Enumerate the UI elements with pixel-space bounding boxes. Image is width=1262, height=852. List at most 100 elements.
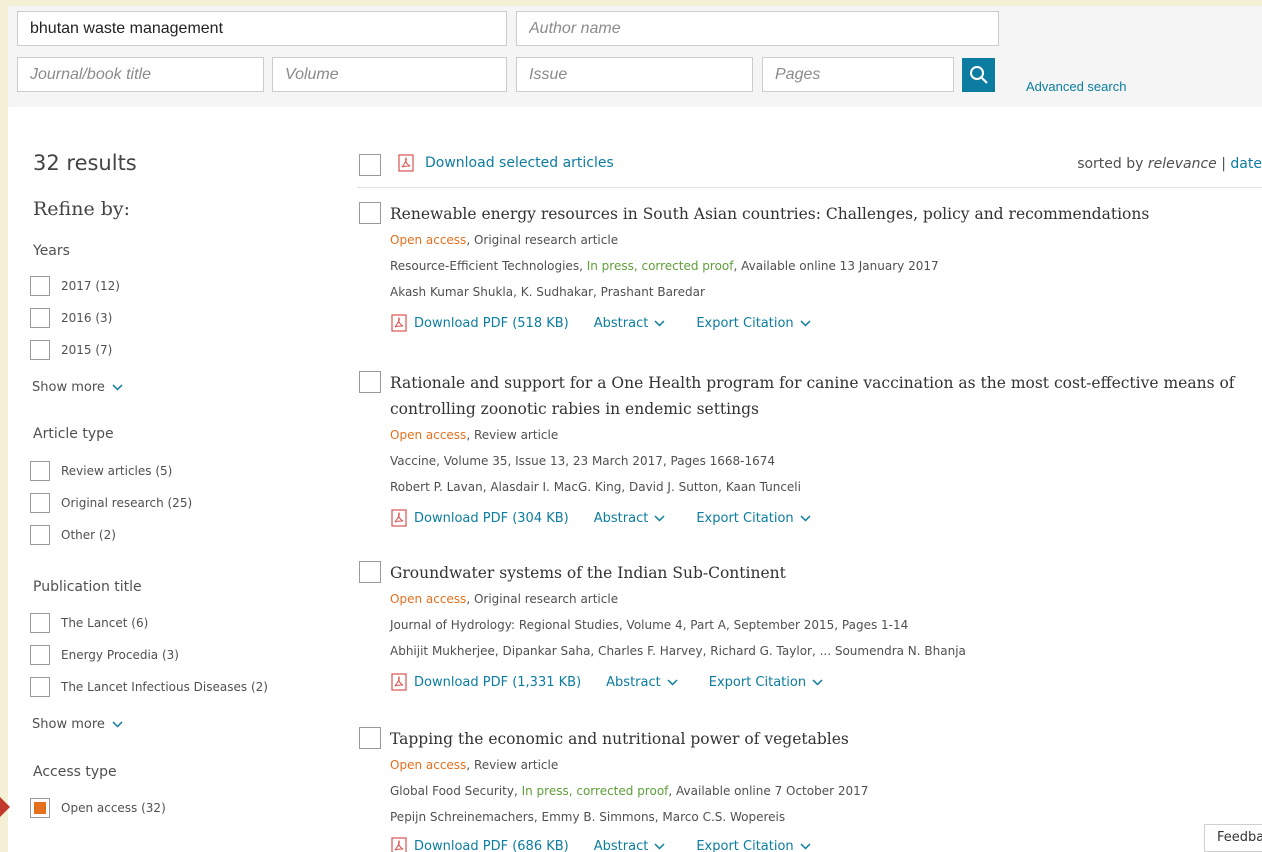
export-citation-toggle[interactable]: Export Citation [696, 510, 811, 526]
pdf-icon [391, 509, 407, 527]
download-pdf-button[interactable]: Download PDF (518 KB) [390, 314, 569, 332]
download-pdf-button[interactable]: Download PDF (304 KB) [390, 509, 569, 527]
chevron-down-icon [800, 842, 811, 850]
source-text: Vaccine, Volume 35, Issue 13, 23 March 2… [390, 454, 776, 468]
abstract-label: Abstract [593, 510, 649, 526]
facet-year-2017[interactable]: 2017 (12) [30, 276, 120, 296]
chevron-down-icon [800, 514, 811, 522]
result-title[interactable]: Renewable energy resources in South Asia… [390, 201, 1260, 227]
export-citation-label: Export Citation [696, 838, 794, 852]
facet-title-article-type: Article type [33, 426, 114, 442]
facet-label: 2015 (7) [61, 343, 113, 357]
download-pdf-label: Download PDF (518 KB) [414, 315, 569, 331]
export-citation-toggle[interactable]: Export Citation [696, 838, 811, 852]
pointer-arrow [0, 797, 10, 817]
facet-the-lancet[interactable]: The Lancet (6) [30, 613, 148, 633]
abstract-label: Abstract [593, 838, 649, 852]
refine-heading: Refine by: [33, 198, 131, 220]
facet-label: Open access (32) [61, 801, 166, 815]
result-source: Global Food Security, In press, correcte… [390, 784, 868, 798]
facet-label: 2017 (12) [61, 279, 120, 293]
sort-label: sorted by [1077, 156, 1144, 172]
checkbox-checked[interactable] [30, 798, 50, 818]
facet-title-years: Years [33, 243, 70, 259]
download-selected-label: Download selected articles [425, 155, 614, 171]
in-press-label: In press, corrected proof [521, 784, 669, 798]
abstract-toggle[interactable]: Abstract [594, 316, 666, 331]
export-citation-toggle[interactable]: Export Citation [696, 316, 811, 331]
result-actions: Download PDF (686 KB) Abstract Export Ci… [390, 837, 842, 852]
abstract-toggle[interactable]: Abstract [594, 511, 666, 526]
result-title[interactable]: Rationale and support for a One Health p… [390, 370, 1260, 422]
download-selected-button[interactable]: Download selected articles [397, 154, 614, 172]
source-tail: , Available online 13 January 2017 [733, 259, 939, 273]
results-toolbar: Download selected articles sorted by rel… [357, 152, 1262, 188]
download-pdf-label: Download PDF (686 KB) [414, 838, 569, 852]
export-citation-toggle[interactable]: Export Citation [709, 675, 823, 690]
result-checkbox[interactable] [359, 371, 381, 393]
result-authors: Akash Kumar Shukla, K. Sudhakar, Prashan… [390, 285, 705, 299]
result-title[interactable]: Groundwater systems of the Indian Sub-Co… [390, 560, 1260, 586]
abstract-toggle[interactable]: Abstract [606, 675, 678, 690]
select-all-checkbox[interactable] [359, 154, 381, 176]
result-title[interactable]: Tapping the economic and nutritional pow… [390, 726, 1260, 752]
show-more-publications[interactable]: Show more [32, 717, 123, 732]
checkbox[interactable] [30, 276, 50, 296]
checkbox[interactable] [30, 461, 50, 481]
checkbox[interactable] [30, 613, 50, 633]
result-access-line: Open access, Review article [390, 428, 558, 442]
pdf-icon [391, 673, 407, 691]
result-checkbox[interactable] [359, 561, 381, 583]
export-citation-label: Export Citation [708, 674, 807, 690]
facet-title-publication: Publication title [33, 579, 142, 595]
checkbox[interactable] [30, 340, 50, 360]
facet-original-research[interactable]: Original research (25) [30, 493, 192, 513]
facet-other[interactable]: Other (2) [30, 525, 116, 545]
abstract-label: Abstract [593, 315, 649, 331]
result-source: Vaccine, Volume 35, Issue 13, 23 March 2… [390, 454, 775, 468]
result-actions: Download PDF (518 KB) Abstract Export Ci… [390, 314, 842, 332]
result-checkbox[interactable] [359, 202, 381, 224]
checkbox[interactable] [30, 493, 50, 513]
download-pdf-button[interactable]: Download PDF (1,331 KB) [390, 673, 581, 691]
chevron-down-icon [654, 842, 665, 850]
result-checkbox[interactable] [359, 727, 381, 749]
chevron-down-icon [654, 514, 665, 522]
export-citation-label: Export Citation [696, 510, 794, 526]
facet-year-2016[interactable]: 2016 (3) [30, 308, 112, 328]
open-access-badge: Open access [390, 428, 467, 442]
result-authors: Abhijit Mukherjee, Dipankar Saha, Charle… [390, 644, 966, 658]
result-authors: Pepijn Schreinemachers, Emmy B. Simmons,… [390, 810, 786, 824]
chevron-down-icon [800, 319, 811, 327]
open-access-badge: Open access [390, 233, 467, 247]
sort-date-link[interactable]: date [1230, 156, 1262, 172]
pdf-icon [391, 837, 407, 852]
chevron-down-icon [812, 678, 823, 686]
download-pdf-button[interactable]: Download PDF (686 KB) [390, 837, 569, 852]
checkbox[interactable] [30, 525, 50, 545]
result-actions: Download PDF (1,331 KB) Abstract Export … [390, 673, 854, 691]
facet-label: Other (2) [61, 528, 116, 542]
feedback-button[interactable]: Feedba [1204, 824, 1262, 852]
facet-open-access[interactable]: Open access (32) [30, 798, 166, 818]
checkbox[interactable] [30, 677, 50, 697]
chevron-down-icon [112, 384, 123, 391]
source-text: Resource-Efficient Technologies, [390, 259, 587, 273]
sort-relevance[interactable]: relevance [1148, 156, 1217, 172]
result-source: Resource-Efficient Technologies, In pres… [390, 259, 939, 273]
show-more-years[interactable]: Show more [32, 380, 123, 395]
checkbox[interactable] [30, 645, 50, 665]
results-count: 32 results [33, 151, 137, 175]
checkbox[interactable] [30, 308, 50, 328]
chevron-down-icon [667, 678, 678, 686]
facet-lancet-infectious[interactable]: The Lancet Infectious Diseases (2) [30, 677, 268, 697]
facet-year-2015[interactable]: 2015 (7) [30, 340, 112, 360]
sort-separator: | [1221, 156, 1226, 172]
facet-review-articles[interactable]: Review articles (5) [30, 461, 172, 481]
page-frame: Advanced search 32 results Refine by: Ye… [8, 6, 1262, 852]
abstract-toggle[interactable]: Abstract [594, 839, 666, 852]
open-access-badge: Open access [390, 758, 467, 772]
facet-energy-procedia[interactable]: Energy Procedia (3) [30, 645, 179, 665]
result-access-line: Open access, Review article [390, 758, 558, 772]
result-authors: Robert P. Lavan, Alasdair I. MacG. King,… [390, 480, 801, 494]
